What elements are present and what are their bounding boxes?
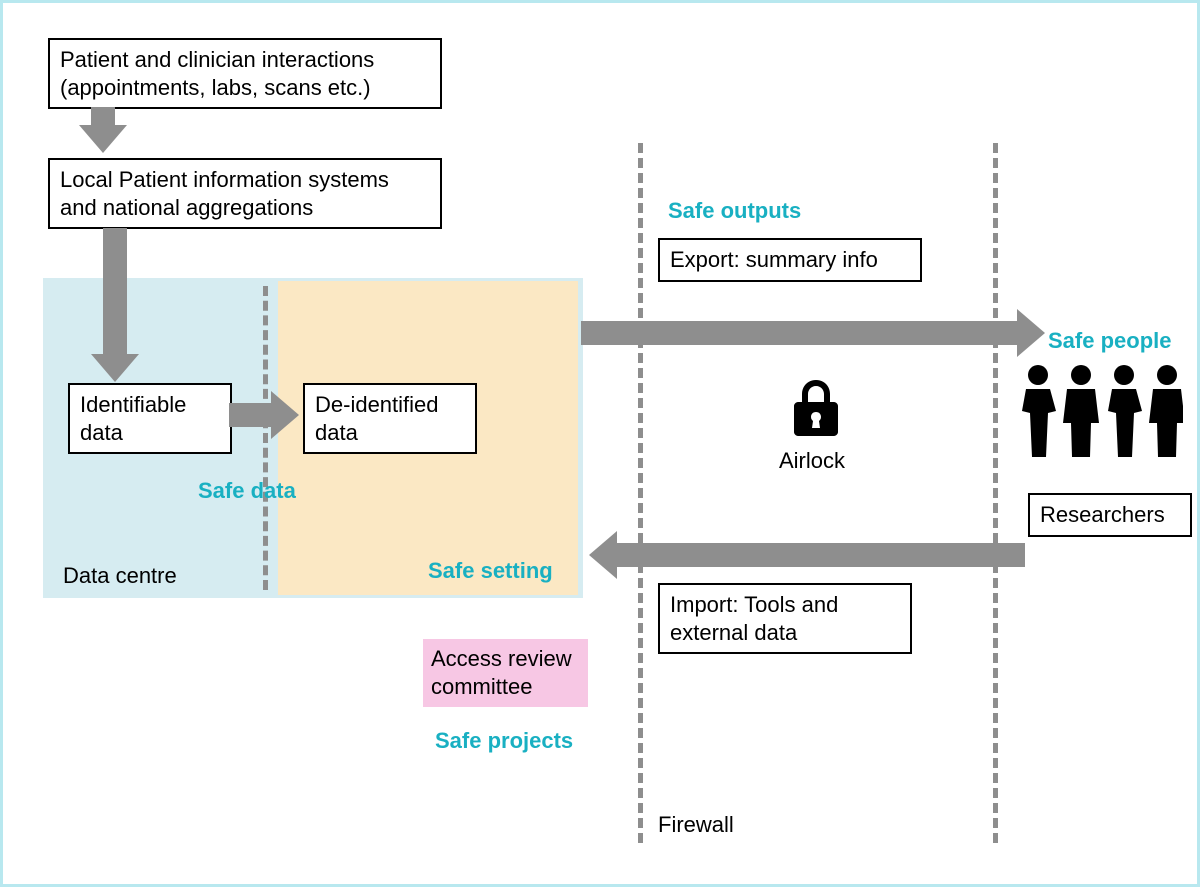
safe-setting-label: Safe setting (428, 558, 553, 584)
access-review-region: Access review committee (423, 639, 588, 707)
local-systems-box: Local Patient information systems and na… (48, 158, 442, 229)
safe-outputs-label: Safe outputs (668, 198, 801, 224)
people-icon (1018, 363, 1183, 461)
arrow-export-out (581, 321, 1021, 345)
safe-people-label: Safe people (1048, 328, 1171, 354)
diagram-frame: Patient and clinician interactions (appo… (0, 0, 1200, 887)
firewall-line-right (993, 143, 998, 843)
arrow-systems-to-identifiable (103, 228, 127, 358)
identifiable-data-box: Identifiable data (68, 383, 232, 454)
safe-data-divider (263, 286, 268, 590)
arrow-import-in (613, 543, 1025, 567)
safe-data-label: Safe data (198, 478, 296, 504)
airlock-label: Airlock (779, 448, 845, 474)
data-centre-label: Data centre (63, 563, 177, 589)
patient-interactions-box: Patient and clinician interactions (appo… (48, 38, 442, 109)
arrow-identifiable-to-deidentified (229, 403, 275, 427)
import-box: Import: Tools and external data (658, 583, 912, 654)
lock-icon (788, 378, 844, 440)
firewall-line-left (638, 143, 643, 843)
deidentified-data-box: De-identified data (303, 383, 477, 454)
researchers-box: Researchers (1028, 493, 1192, 537)
safe-projects-label: Safe projects (435, 728, 573, 754)
export-box: Export: summary info (658, 238, 922, 282)
firewall-label: Firewall (658, 812, 734, 838)
arrow-interactions-to-systems (91, 107, 115, 129)
